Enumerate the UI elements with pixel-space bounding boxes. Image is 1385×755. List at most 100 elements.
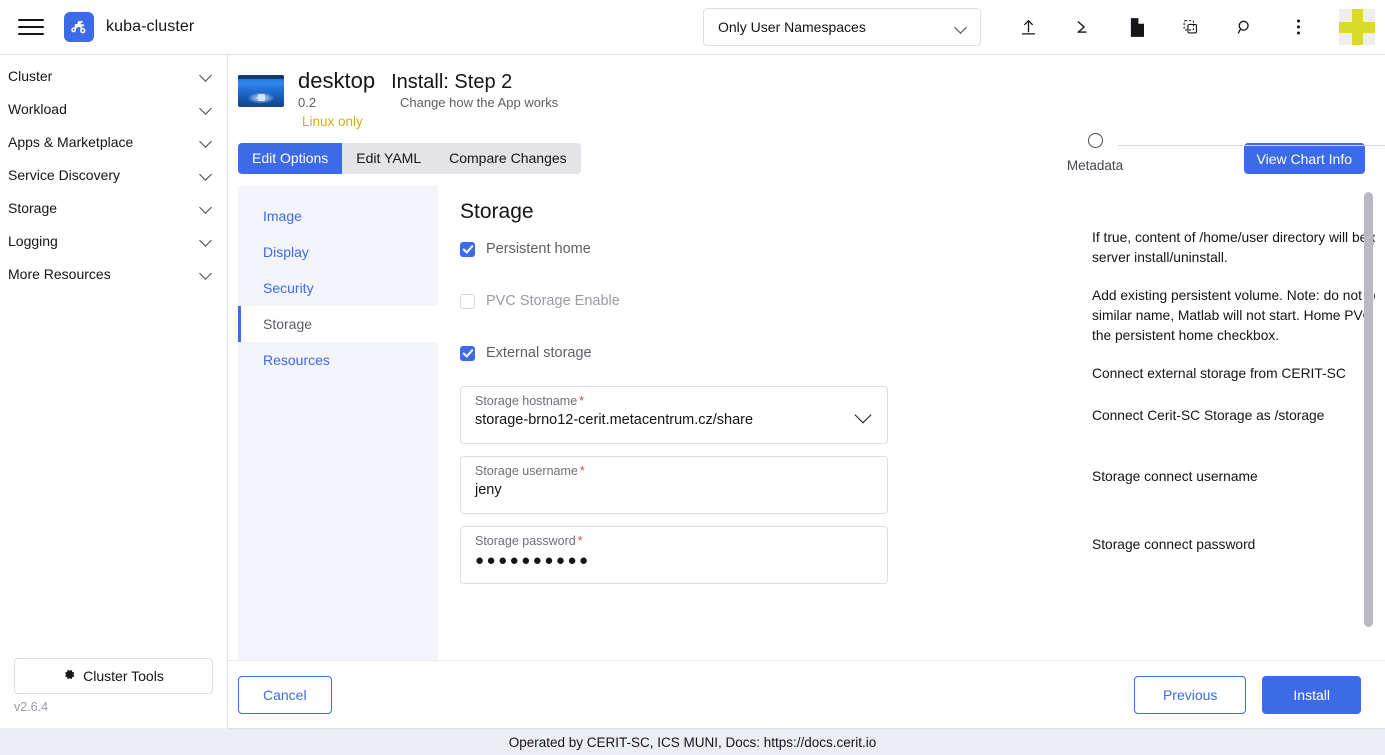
pvc-storage-enable-row[interactable]: PVC Storage Enable	[460, 290, 888, 312]
app-version: 0.2	[298, 95, 384, 110]
sidebar-item-label: Workload	[8, 101, 200, 117]
description-storage-username: Storage connect username	[1092, 467, 1375, 487]
description-pvc-storage: Add existing persistent volume. Note: do…	[1092, 286, 1375, 346]
import-yaml-icon[interactable]	[1013, 12, 1043, 42]
footer-text: Operated by CERIT-SC, ICS MUNI, Docs: ht…	[509, 735, 877, 750]
field-label-text: Storage username	[475, 464, 578, 478]
namespace-filter-select[interactable]: Only User Namespaces	[703, 8, 981, 46]
chevron-down-icon	[200, 168, 213, 181]
storage-form-pane: Storage Persistent home PVC Storage Enab…	[438, 186, 1375, 660]
sidebar-spacer	[0, 290, 227, 658]
body-row: Cluster Workload Apps & Marketplace Serv…	[0, 55, 1385, 728]
sidebar-item-apps-marketplace[interactable]: Apps & Marketplace	[0, 125, 227, 158]
namespace-filter-value: Only User Namespaces	[718, 19, 955, 35]
sidebar-item-label: Apps & Marketplace	[8, 134, 200, 150]
top-bar: kuba-cluster Only User Namespaces	[0, 0, 1385, 55]
side-navigation: Cluster Workload Apps & Marketplace Serv…	[0, 55, 228, 728]
gear-icon	[63, 668, 76, 684]
tab-edit-yaml[interactable]: Edit YAML	[342, 143, 435, 173]
chevron-down-icon	[200, 135, 213, 148]
storage-username-value: jeny	[475, 482, 873, 498]
footer-left-fill	[0, 728, 228, 755]
field-label-text: Storage password	[475, 534, 576, 548]
required-mark: *	[579, 394, 584, 408]
sidebar-item-display[interactable]: Display	[238, 234, 438, 270]
chevron-down-icon[interactable]	[856, 407, 871, 422]
pvc-storage-enable-checkbox[interactable]	[460, 294, 475, 309]
persistent-home-row[interactable]: Persistent home	[460, 238, 888, 260]
storage-password-label: Storage password*	[475, 534, 873, 548]
tab-compare-changes[interactable]: Compare Changes	[435, 143, 581, 173]
storage-username-input[interactable]: Storage username* jeny	[460, 456, 888, 514]
sidebar-item-workload[interactable]: Workload	[0, 92, 227, 125]
step-dot-inactive	[1088, 133, 1103, 148]
sidebar-item-image[interactable]: Image	[238, 198, 438, 234]
description-storage-password: Storage connect password	[1092, 535, 1375, 555]
previous-button[interactable]: Previous	[1134, 676, 1246, 714]
persistent-home-checkbox[interactable]	[460, 242, 475, 257]
storage-hostname-label: Storage hostname*	[475, 394, 873, 408]
overflow-menu-icon[interactable]	[1283, 12, 1313, 42]
install-button[interactable]: Install	[1262, 676, 1361, 714]
external-storage-label: External storage	[486, 345, 592, 361]
external-storage-row[interactable]: External storage	[460, 342, 888, 364]
kubectl-shell-icon[interactable]	[1067, 12, 1097, 42]
sidebar-item-label: Storage	[8, 200, 200, 216]
subtitle-row: 0.2 Change how the App works	[298, 95, 558, 110]
os-badge: Linux only	[302, 114, 558, 129]
sidebar-item-more-resources[interactable]: More Resources	[0, 257, 227, 290]
app-header: desktop Install: Step 2 0.2 Change how t…	[228, 55, 1385, 129]
pvc-storage-enable-label: PVC Storage Enable	[486, 293, 620, 309]
desktop-app-thumbnail	[238, 75, 284, 107]
section-title: Storage	[460, 200, 1349, 224]
page-title: Install: Step 2	[391, 71, 512, 93]
field-descriptions: If true, content of /home/user directory…	[1092, 228, 1375, 573]
sidebar-item-resources[interactable]: Resources	[238, 342, 438, 378]
sidebar-item-storage-section[interactable]: Storage	[238, 306, 438, 342]
sidebar-item-storage[interactable]: Storage	[0, 191, 227, 224]
title-row: desktop Install: Step 2	[298, 69, 558, 93]
tab-edit-options[interactable]: Edit Options	[238, 143, 342, 173]
step-metadata[interactable]: Metadata	[1040, 133, 1150, 173]
cluster-tools-label: Cluster Tools	[83, 668, 164, 684]
content-area: Image Display Security Storage Resources…	[238, 186, 1375, 660]
app-name: desktop	[298, 69, 375, 92]
sidebar-item-service-discovery[interactable]: Service Discovery	[0, 158, 227, 191]
external-storage-checkbox[interactable]	[460, 346, 475, 361]
cluster-tools-button[interactable]: Cluster Tools	[14, 658, 213, 694]
scrollbar-thumb[interactable]	[1364, 192, 1373, 627]
app-title-block: desktop Install: Step 2 0.2 Change how t…	[298, 69, 558, 129]
copy-kubeconfig-icon[interactable]	[1175, 12, 1205, 42]
description-external-storage: Connect external storage from CERIT-SC	[1092, 364, 1375, 384]
content-scrollbar[interactable]	[1364, 192, 1373, 654]
persistent-home-label: Persistent home	[486, 241, 591, 257]
required-mark: *	[580, 464, 585, 478]
cluster-name[interactable]: kuba-cluster	[106, 18, 194, 36]
sidebar-item-label: Service Discovery	[8, 167, 200, 183]
cerit-cross-logo	[1339, 9, 1375, 45]
chevron-down-icon	[955, 21, 968, 34]
description-storage-hostname: Connect Cerit-SC Storage as /storage	[1092, 406, 1375, 426]
sidebar-item-label: More Resources	[8, 266, 200, 282]
search-icon[interactable]	[1229, 12, 1259, 42]
storage-hostname-select[interactable]: Storage hostname* storage-brno12-cerit.m…	[460, 386, 888, 444]
hamburger-icon[interactable]	[18, 13, 46, 41]
app-root: kuba-cluster Only User Namespaces	[0, 0, 1385, 755]
sidebar-item-security[interactable]: Security	[238, 270, 438, 306]
cancel-button[interactable]: Cancel	[238, 676, 332, 714]
storage-password-input[interactable]: Storage password* ●●●●●●●●●●	[460, 526, 888, 584]
step-label: Metadata	[1067, 158, 1123, 173]
install-stepper: Metadata Values	[1040, 133, 1385, 193]
chevron-down-icon	[200, 69, 213, 82]
sidebar-item-logging[interactable]: Logging	[0, 224, 227, 257]
storage-username-label: Storage username*	[475, 464, 873, 478]
main-panel: desktop Install: Step 2 0.2 Change how t…	[228, 55, 1385, 728]
chevron-down-icon	[200, 102, 213, 115]
description-persistent-home: If true, content of /home/user directory…	[1092, 228, 1375, 268]
rancher-version: v2.6.4	[0, 700, 227, 728]
tractor-logo-icon[interactable]	[64, 12, 94, 42]
sidebar-item-cluster[interactable]: Cluster	[0, 59, 227, 92]
file-icon[interactable]	[1121, 12, 1151, 42]
chevron-down-icon	[200, 201, 213, 214]
chevron-down-icon	[200, 267, 213, 280]
